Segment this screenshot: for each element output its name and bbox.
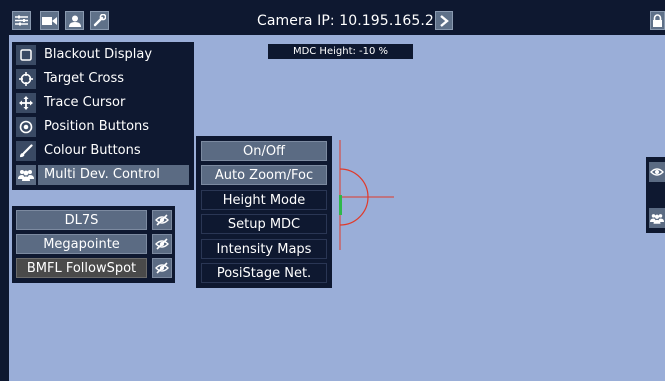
device-button[interactable]: DL7S (16, 210, 147, 230)
submenu-on-off[interactable]: On/Off (201, 141, 327, 161)
menu-item-label: Colour Buttons (38, 141, 189, 161)
menu-item-multi-dev-control[interactable]: Multi Dev. Control (16, 165, 189, 185)
menu-item-label: Position Buttons (38, 117, 189, 137)
chevron-right-icon[interactable] (435, 11, 453, 30)
submenu-intensity-maps[interactable]: Intensity Maps (201, 239, 327, 259)
move-arrows-icon (16, 93, 36, 113)
eye-slash-icon[interactable] (152, 258, 172, 278)
crosshair-icon (16, 69, 36, 89)
lock-icon[interactable] (650, 11, 665, 30)
eye-slash-icon[interactable] (152, 210, 172, 230)
menu-item-target-cross[interactable]: Target Cross (16, 69, 189, 89)
camera-view[interactable]: Camera IP: 10.195.165.22 MDC Height: -10… (9, 8, 665, 381)
mdc-height-readout: MDC Height: -10 % (268, 44, 413, 59)
menu-item-colour-buttons[interactable]: Colour Buttons (16, 141, 189, 161)
menu-item-position-buttons[interactable]: Position Buttons (16, 117, 189, 137)
device-button[interactable]: Megapointe (16, 234, 147, 254)
sliders-icon[interactable] (12, 11, 31, 30)
device-list: DL7S Megapointe BMFL FollowSpot (12, 206, 175, 283)
users-icon[interactable] (649, 208, 665, 228)
menu-item-label: Multi Dev. Control (38, 165, 189, 185)
multi-device-submenu: On/Off Auto Zoom/Foc Height Mode Setup M… (196, 136, 332, 288)
menu-item-blackout-display[interactable]: Blackout Display (16, 45, 189, 65)
brush-icon (16, 141, 36, 161)
submenu-setup-mdc[interactable]: Setup MDC (201, 214, 327, 234)
submenu-auto-zoom-focus[interactable]: Auto Zoom/Foc (201, 165, 327, 185)
users-icon (16, 165, 36, 185)
right-side-panel (646, 157, 665, 233)
menu-item-label: Blackout Display (38, 45, 189, 65)
submenu-height-mode[interactable]: Height Mode (201, 190, 327, 210)
submenu-posistage-net[interactable]: PosiStage Net. (201, 263, 327, 283)
menu-item-label: Trace Cursor (38, 93, 189, 113)
eye-icon[interactable] (649, 162, 665, 182)
menu-item-trace-cursor[interactable]: Trace Cursor (16, 93, 189, 113)
view-options-menu: Blackout Display Target Cross Trace Curs… (12, 42, 194, 190)
device-button[interactable]: BMFL FollowSpot (16, 258, 147, 278)
top-toolbar: Camera IP: 10.195.165.22 (9, 8, 665, 35)
target-dot-icon (16, 117, 36, 137)
video-camera-icon[interactable] (40, 11, 59, 30)
camera-ip-title: Camera IP: 10.195.165.22 (257, 13, 443, 29)
square-outline-icon (16, 45, 36, 65)
user-icon[interactable] (65, 11, 84, 30)
eye-slash-icon[interactable] (152, 234, 172, 254)
wrench-icon[interactable] (90, 11, 109, 30)
menu-item-label: Target Cross (38, 69, 189, 89)
